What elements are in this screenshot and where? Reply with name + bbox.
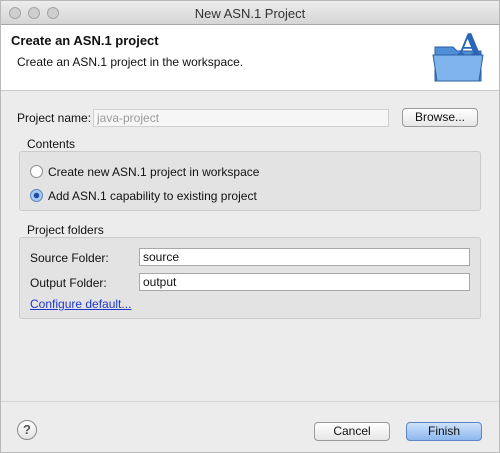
configure-default-link[interactable]: Configure default... <box>30 297 131 311</box>
title-bar: New ASN.1 Project <box>1 1 499 25</box>
project-folders-group: Source Folder: source Output Folder: out… <box>19 237 481 319</box>
svg-text:A: A <box>457 33 482 63</box>
banner-title: Create an ASN.1 project <box>11 33 159 48</box>
browse-button[interactable]: Browse... <box>402 108 478 127</box>
source-folder-label: Source Folder: <box>30 251 109 265</box>
finish-button[interactable]: Finish <box>406 422 482 441</box>
create-new-project-label: Create new ASN.1 project in workspace <box>48 165 260 179</box>
source-folder-field[interactable]: source <box>139 248 470 266</box>
output-folder-field[interactable]: output <box>139 273 470 291</box>
window-title: New ASN.1 Project <box>194 6 306 21</box>
wizard-banner: Create an ASN.1 project Create an ASN.1 … <box>1 25 499 91</box>
add-capability-radio[interactable] <box>30 189 43 202</box>
output-folder-label: Output Folder: <box>30 276 107 290</box>
footer-divider <box>1 401 499 402</box>
project-folders-group-title: Project folders <box>27 223 104 237</box>
add-capability-label: Add ASN.1 capability to existing project <box>48 189 257 203</box>
cancel-button[interactable]: Cancel <box>314 422 390 441</box>
banner-subtitle: Create an ASN.1 project in the workspace… <box>17 55 244 69</box>
project-name-field[interactable]: java-project <box>93 109 389 127</box>
project-name-label: Project name: <box>17 111 92 125</box>
contents-group: Create new ASN.1 project in workspace Ad… <box>19 151 481 211</box>
contents-group-title: Contents <box>27 137 76 151</box>
help-icon[interactable]: ? <box>17 420 37 440</box>
dialog-window: New ASN.1 Project Create an ASN.1 projec… <box>0 0 500 453</box>
folder-letter-a-icon: A <box>432 33 484 82</box>
create-new-project-radio[interactable] <box>30 165 43 178</box>
